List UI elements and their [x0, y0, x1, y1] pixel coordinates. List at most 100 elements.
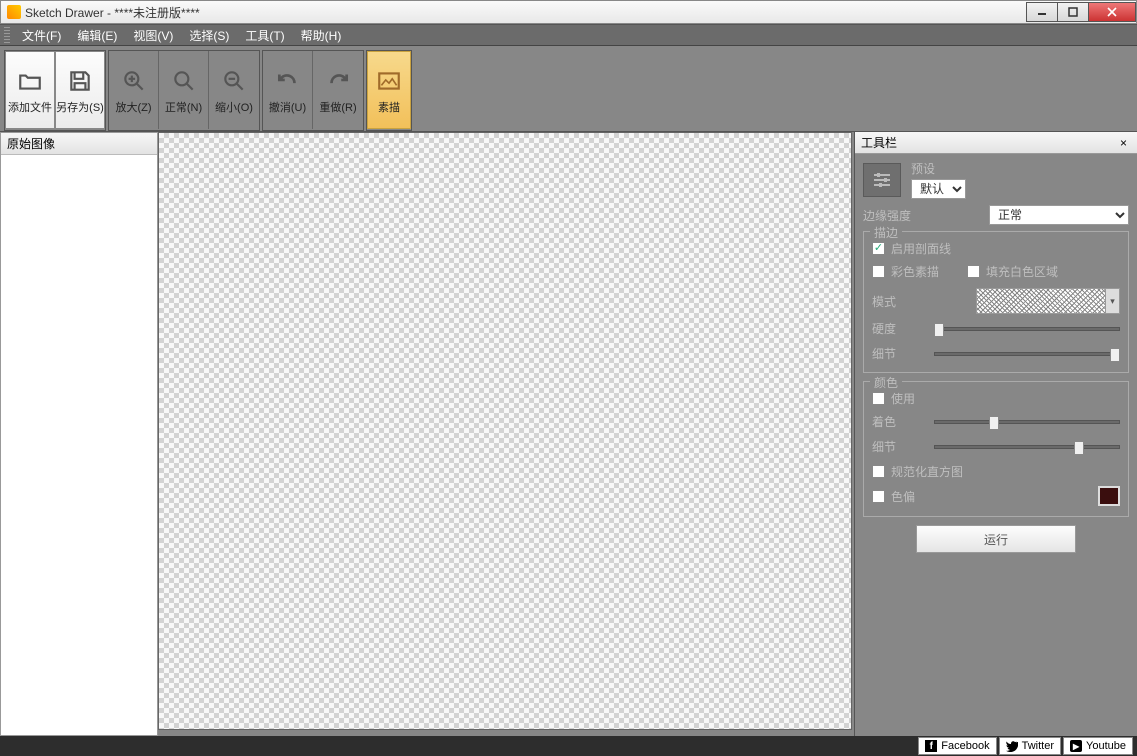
use-label[interactable]: 使用: [891, 390, 915, 407]
redo-icon: [324, 67, 352, 95]
color-detail-thumb[interactable]: [1074, 441, 1084, 455]
preset-select[interactable]: 默认: [911, 179, 966, 199]
color-sketch-checkbox[interactable]: [872, 265, 885, 278]
hardness-row: 硬度: [872, 320, 1120, 337]
tools-panel-title: 工具栏: [861, 134, 897, 151]
twitter-link[interactable]: Twitter: [999, 737, 1061, 755]
menu-select[interactable]: 选择(S): [181, 25, 237, 46]
zoom-out-label: 缩小(O): [215, 103, 253, 114]
sketch-icon: [375, 67, 403, 95]
stroke-legend: 描边: [870, 224, 902, 241]
save-as-label: 另存为(S): [56, 103, 104, 114]
use-checkbox[interactable]: [872, 392, 885, 405]
minimize-icon: [1037, 7, 1047, 17]
normalize-histogram-checkbox[interactable]: [872, 465, 885, 478]
hue-thumb[interactable]: [989, 416, 999, 430]
toolbar: 添加文件 另存为(S) 放大(Z) 正常(N) 缩小(O) 撤消(U) 重做(R…: [0, 46, 1137, 132]
menu-file[interactable]: 文件(F): [14, 25, 69, 46]
window-titlebar: Sketch Drawer - ****未注册版****: [0, 0, 1137, 24]
pattern-dropdown[interactable]: ▾: [1106, 288, 1120, 314]
canvas[interactable]: [158, 132, 852, 730]
color-detail-row: 细节: [872, 438, 1120, 455]
zoom-in-icon: [120, 67, 148, 95]
add-file-label: 添加文件: [8, 103, 52, 114]
undo-label: 撤消(U): [269, 103, 306, 114]
zoom-out-button[interactable]: 缩小(O): [209, 51, 259, 129]
color-swatch[interactable]: [1098, 486, 1120, 506]
folder-open-icon: [16, 67, 44, 95]
menu-view[interactable]: 视图(V): [125, 25, 181, 46]
pattern-preview[interactable]: [976, 288, 1106, 314]
maximize-button[interactable]: [1057, 2, 1089, 22]
canvas-area: [158, 132, 854, 736]
status-bar: f Facebook Twitter ▶ Youtube: [0, 736, 1137, 756]
detail-label: 细节: [872, 345, 926, 362]
toolbar-group-sketch: 素描: [366, 50, 412, 131]
run-button[interactable]: 运行: [916, 525, 1076, 553]
fill-white-checkbox[interactable]: [967, 265, 980, 278]
zoom-out-icon: [220, 67, 248, 95]
menu-edit[interactable]: 编辑(E): [69, 25, 125, 46]
stroke-fieldset: 描边 启用剖面线 彩色素描 填充白色区域 模式: [863, 231, 1129, 373]
color-detail-label: 细节: [872, 438, 926, 455]
toolbar-group-file: 添加文件 另存为(S): [4, 50, 106, 131]
close-button[interactable]: [1088, 2, 1136, 22]
menu-help[interactable]: 帮助(H): [293, 25, 350, 46]
edge-strength-label: 边缘强度: [863, 207, 917, 224]
minimize-button[interactable]: [1026, 2, 1058, 22]
enable-hatch-row: 启用剖面线: [872, 240, 1120, 257]
sketch-button[interactable]: 素描: [367, 51, 411, 129]
sliders-icon: [863, 163, 901, 197]
hardness-thumb[interactable]: [934, 323, 944, 337]
detail-thumb[interactable]: [1110, 348, 1120, 362]
app-icon: [7, 5, 21, 19]
zoom-normal-button[interactable]: 正常(N): [159, 51, 209, 129]
hue-label: 着色: [872, 413, 926, 430]
facebook-link[interactable]: f Facebook: [918, 737, 996, 755]
tools-panel-header: 工具栏 ×: [855, 132, 1137, 154]
sketch-label: 素描: [378, 103, 400, 114]
zoom-in-label: 放大(Z): [115, 103, 151, 114]
zoom-normal-label: 正常(N): [165, 103, 202, 114]
hardness-slider[interactable]: [934, 327, 1120, 331]
normalize-histogram-label[interactable]: 规范化直方图: [891, 463, 963, 480]
save-icon: [66, 67, 94, 95]
enable-hatch-checkbox[interactable]: [872, 242, 885, 255]
menu-grip[interactable]: [4, 27, 10, 43]
hue-slider[interactable]: [934, 420, 1120, 424]
edge-strength-select[interactable]: 正常: [989, 205, 1129, 225]
zoom-normal-icon: [170, 67, 198, 95]
twitter-icon: [1006, 740, 1018, 752]
zoom-in-button[interactable]: 放大(Z): [109, 51, 159, 129]
window-title: Sketch Drawer - ****未注册版****: [25, 4, 1027, 21]
hardness-label: 硬度: [872, 320, 926, 337]
preset-row: 预设 默认: [863, 160, 1129, 199]
pattern-label: 模式: [872, 293, 926, 310]
youtube-icon: ▶: [1070, 740, 1082, 752]
twitter-label: Twitter: [1022, 740, 1054, 752]
save-as-button[interactable]: 另存为(S): [55, 51, 105, 129]
toolbar-group-zoom: 放大(Z) 正常(N) 缩小(O): [108, 50, 260, 131]
add-file-button[interactable]: 添加文件: [5, 51, 55, 129]
window-controls: [1027, 2, 1136, 22]
color-detail-slider[interactable]: [934, 445, 1120, 449]
color-sketch-label[interactable]: 彩色素描: [891, 263, 939, 280]
detail-slider[interactable]: [934, 352, 1120, 356]
close-icon: [1107, 7, 1117, 17]
tools-panel: 工具栏 × 预设 默认 边缘强度 正常 描边: [854, 132, 1137, 736]
fill-white-label[interactable]: 填充白色区域: [986, 263, 1058, 280]
undo-icon: [274, 67, 302, 95]
color-shift-label[interactable]: 色偏: [891, 488, 915, 505]
original-image-panel: 原始图像: [0, 132, 158, 736]
main-area: 原始图像 工具栏 × 预设 默认 边缘强度 正常: [0, 132, 1137, 736]
menu-tools[interactable]: 工具(T): [237, 25, 292, 46]
youtube-link[interactable]: ▶ Youtube: [1063, 737, 1133, 755]
color-fieldset: 颜色 使用 着色 细节 规范化直方图: [863, 381, 1129, 517]
redo-button[interactable]: 重做(R): [313, 51, 363, 129]
undo-button[interactable]: 撤消(U): [263, 51, 313, 129]
tools-panel-close[interactable]: ×: [1116, 136, 1131, 150]
color-shift-checkbox[interactable]: [872, 490, 885, 503]
redo-label: 重做(R): [319, 103, 356, 114]
enable-hatch-label[interactable]: 启用剖面线: [891, 240, 951, 257]
menu-bar: 文件(F) 编辑(E) 视图(V) 选择(S) 工具(T) 帮助(H): [0, 24, 1137, 46]
